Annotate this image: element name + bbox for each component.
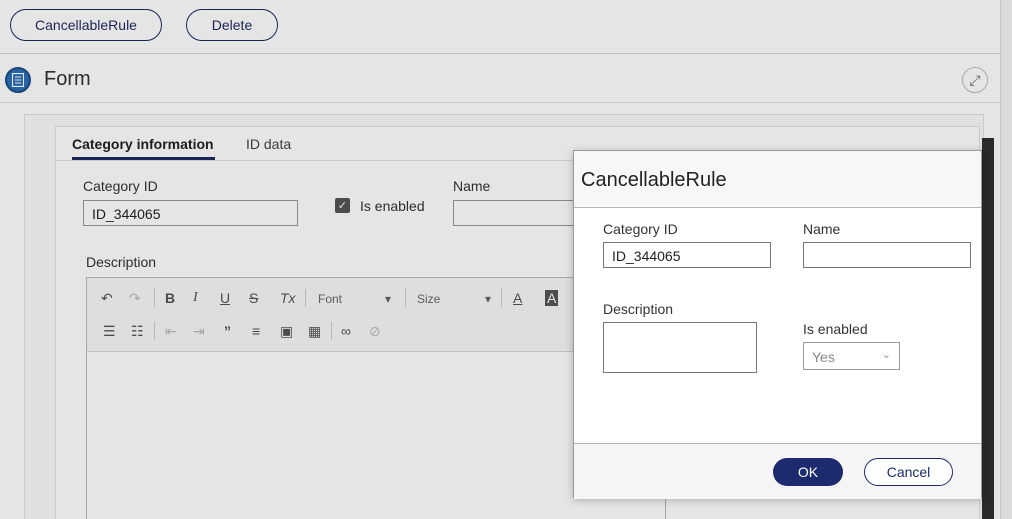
dialog-is-enabled-label: Is enabled: [803, 321, 868, 337]
dialog-description-label: Description: [603, 301, 674, 317]
dialog-category-id-label: Category ID: [603, 221, 678, 237]
chevron-down-icon: ⌄: [881, 349, 891, 361]
dialog-category-id-input[interactable]: ID_344065: [603, 242, 771, 268]
ok-button[interactable]: OK: [773, 458, 843, 486]
dialog-description-input[interactable]: [603, 322, 757, 373]
cancellable-rule-dialog: CancellableRule Category ID ID_344065 Na…: [573, 150, 982, 499]
dialog-title: CancellableRule: [581, 169, 727, 191]
dialog-name-label: Name: [803, 221, 841, 237]
dialog-footer: OK Cancel: [574, 443, 981, 499]
dialog-name-input[interactable]: [803, 242, 971, 268]
side-panel-shade: [982, 138, 994, 519]
dialog-header: CancellableRule: [574, 151, 981, 208]
dialog-is-enabled-select[interactable]: Yes ⌄: [803, 342, 900, 370]
cancel-button[interactable]: Cancel: [864, 458, 953, 486]
dialog-is-enabled-value: Yes: [812, 349, 835, 365]
